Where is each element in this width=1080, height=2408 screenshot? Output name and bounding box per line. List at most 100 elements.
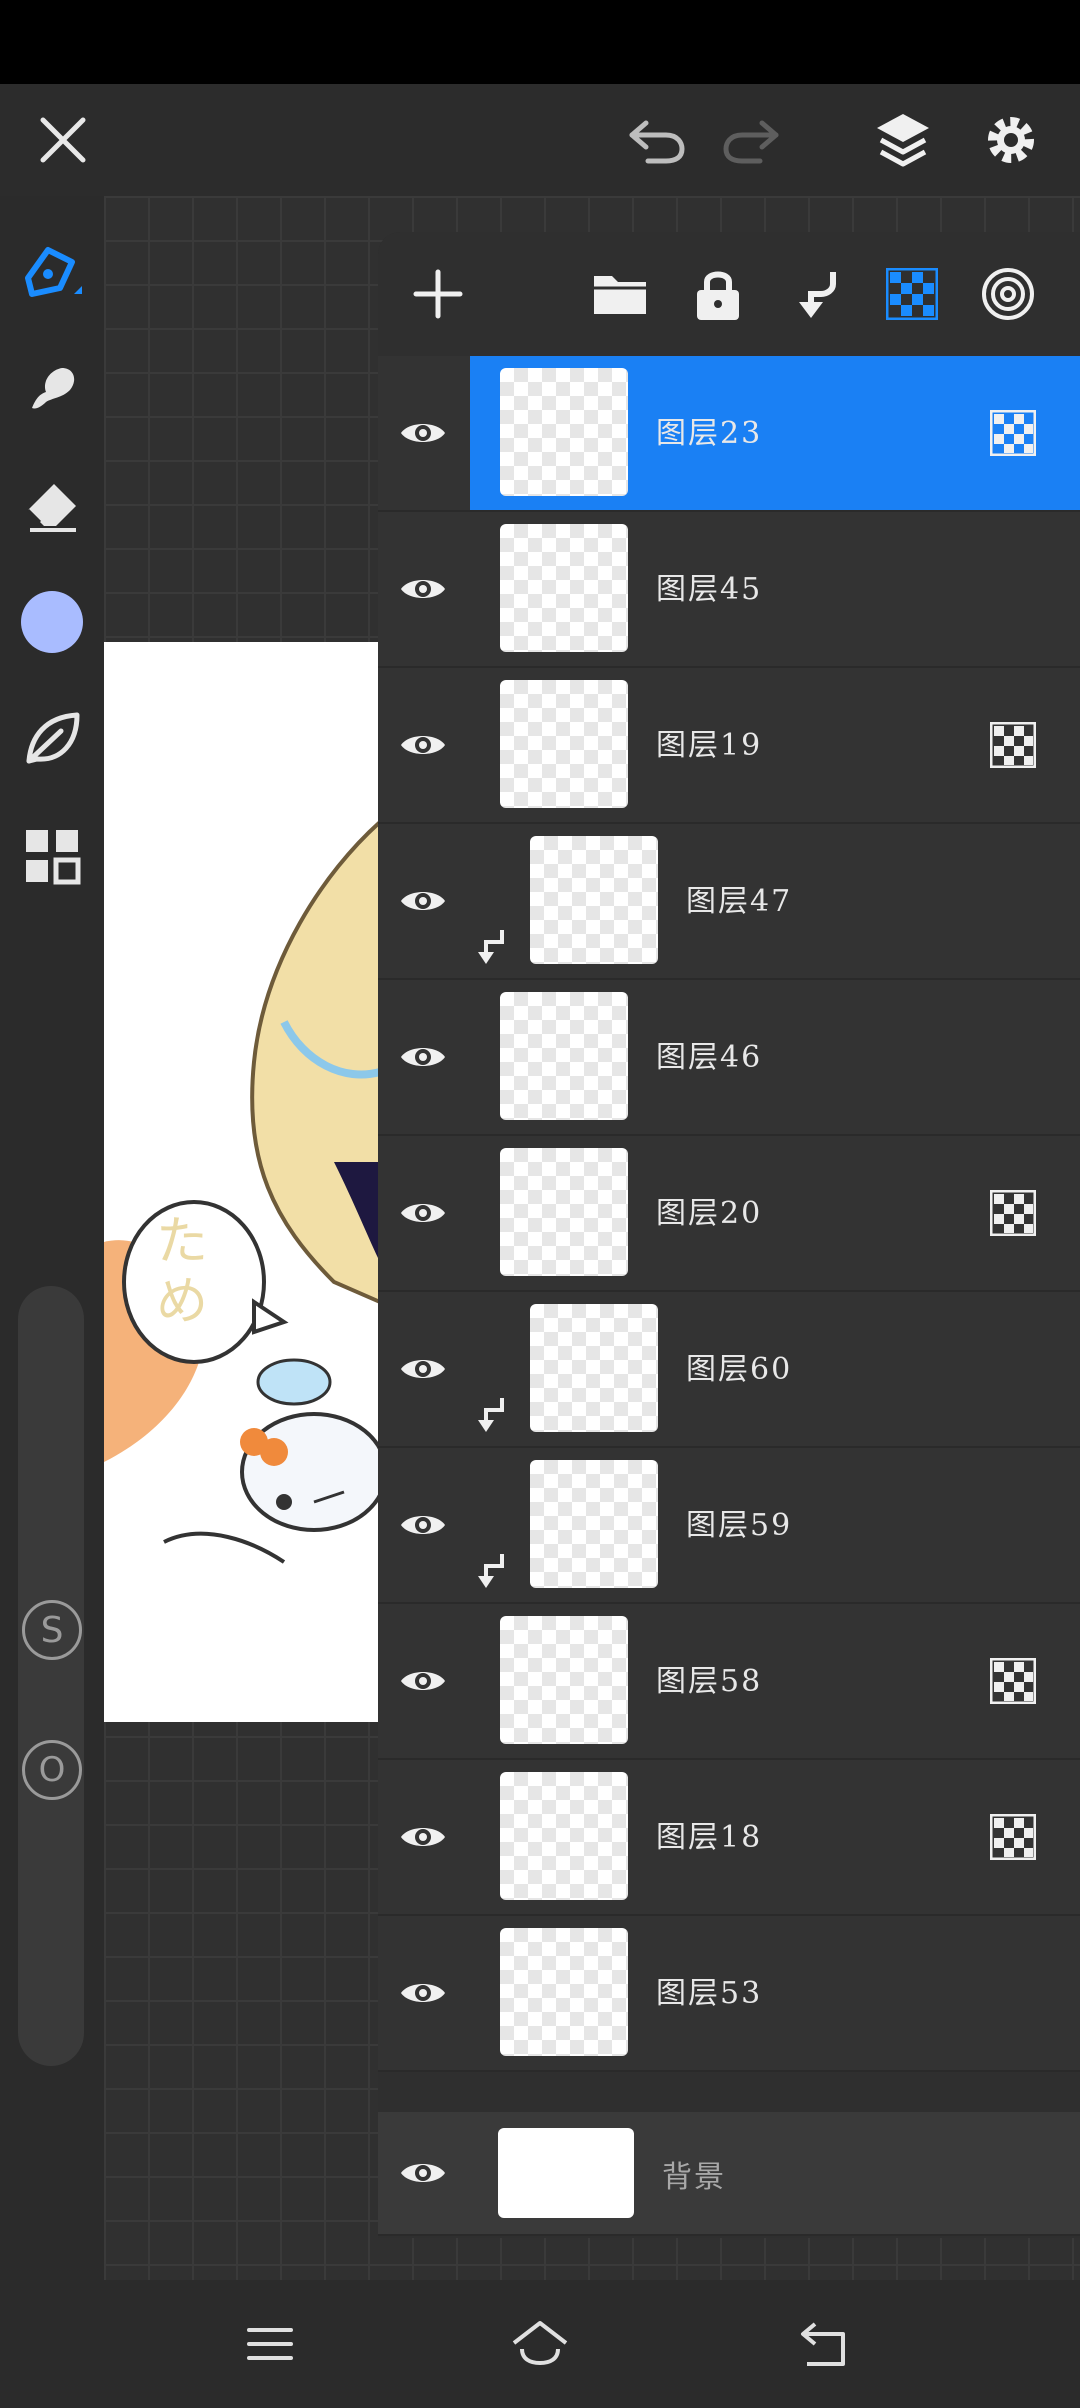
layer-name: 图层20 (656, 1196, 763, 1231)
visibility-toggle[interactable] (378, 1448, 468, 1602)
layer-row[interactable]: 图层59 (378, 1448, 1080, 1604)
visibility-toggle[interactable] (378, 824, 468, 978)
brush-slider-track[interactable] (18, 1286, 84, 2066)
layers-toolbar (378, 232, 1080, 356)
layer-main[interactable]: 图层20 (470, 1136, 1080, 1290)
opacity-label: O (22, 1740, 82, 1800)
visibility-toggle[interactable] (378, 1916, 468, 2070)
grid-icon (26, 830, 81, 885)
visibility-toggle[interactable] (378, 1760, 468, 1914)
layer-main[interactable]: 图层19 (470, 668, 1080, 822)
layer-thumbnail (500, 1772, 628, 1900)
eye-icon (401, 1672, 445, 1690)
blend-mode-icon (989, 721, 1037, 769)
layer-row[interactable]: 图层53 (378, 1916, 1080, 2072)
size-slider-button[interactable]: S (12, 1590, 92, 1670)
layer-row[interactable]: 图层46 (378, 980, 1080, 1136)
close-button[interactable] (18, 84, 108, 196)
background-layer-row[interactable]: 背景 (378, 2112, 1080, 2236)
undo-button[interactable] (612, 84, 702, 196)
layer-row[interactable]: 图层19 (378, 668, 1080, 824)
layer-row[interactable]: 图层45 (378, 512, 1080, 668)
visibility-toggle[interactable] (378, 980, 468, 1134)
lock-button[interactable] (676, 252, 760, 336)
layer-row[interactable]: 图层47 (378, 824, 1080, 980)
eraser-tool[interactable] (12, 466, 92, 546)
visibility-toggle[interactable] (378, 512, 468, 666)
clipping-indicator (474, 1396, 510, 1436)
reference-button[interactable] (966, 252, 1050, 336)
menu-button[interactable] (230, 2304, 310, 2384)
visibility-toggle[interactable] (378, 1136, 468, 1290)
home-button[interactable] (500, 2304, 580, 2384)
layer-blend-indicator[interactable] (989, 1813, 1037, 1861)
opacity-slider-button[interactable]: O (12, 1730, 92, 1810)
eye-icon (401, 1360, 445, 1378)
smudge-tool[interactable] (12, 348, 92, 428)
alpha-lock-button[interactable] (870, 252, 954, 336)
clip-arrow-icon (478, 1398, 504, 1432)
undo-icon (629, 120, 685, 164)
folder-button[interactable] (578, 252, 662, 336)
panels-tool[interactable] (12, 816, 92, 896)
speech-bubble-text: ため (156, 1212, 209, 1332)
layer-main[interactable]: 图层23 (470, 356, 1080, 510)
smudge-icon (32, 368, 75, 409)
leaf-tool[interactable] (12, 698, 92, 778)
layer-row[interactable]: 图层20 (378, 1136, 1080, 1292)
layer-main[interactable]: 图层60 (470, 1292, 1080, 1446)
color-picker[interactable] (12, 582, 92, 662)
layer-name: 图层59 (686, 1508, 793, 1543)
layer-main[interactable]: 图层58 (470, 1604, 1080, 1758)
layer-name: 图层46 (656, 1040, 763, 1075)
eye-icon (401, 580, 445, 598)
layer-blend-indicator[interactable] (989, 1189, 1037, 1237)
artboard[interactable]: ため (104, 642, 380, 1722)
layer-name: 图层23 (656, 416, 763, 451)
layer-row[interactable]: 图层23 (378, 356, 1080, 512)
clipping-indicator (474, 928, 510, 968)
layer-main[interactable]: 图层59 (470, 1448, 1080, 1602)
visibility-toggle[interactable] (378, 1292, 468, 1446)
top-toolbar (0, 84, 1080, 196)
layer-row[interactable]: 图层58 (378, 1604, 1080, 1760)
folder-icon (594, 276, 646, 314)
layer-main[interactable]: 图层47 (470, 824, 1080, 978)
eye-icon (401, 1204, 445, 1222)
target-icon (982, 268, 1034, 320)
layers-icon (877, 114, 929, 167)
layer-main[interactable]: 图层45 (470, 512, 1080, 666)
background-layer-name: 背景 (662, 2160, 726, 2195)
layers-panel: 图层23 图层45 图层19 图层47 图层46 图层20 图层60 图层59 图层58 图层18… (378, 232, 1080, 2238)
clipping-button[interactable] (774, 252, 858, 336)
eye-icon (401, 1516, 445, 1534)
layer-row[interactable]: 图层18 (378, 1760, 1080, 1916)
size-label: S (22, 1600, 82, 1660)
layer-name: 图层19 (656, 728, 763, 763)
layer-main[interactable]: 图层18 (470, 1760, 1080, 1914)
settings-button[interactable] (966, 84, 1056, 196)
layers-button[interactable] (858, 84, 948, 196)
left-toolbar: S O (0, 196, 104, 2280)
visibility-toggle[interactable] (378, 2112, 468, 2234)
layer-main[interactable]: 图层53 (470, 1916, 1080, 2070)
layer-blend-indicator[interactable] (989, 409, 1037, 457)
visibility-toggle[interactable] (378, 1604, 468, 1758)
leaf-icon (26, 712, 80, 764)
blend-mode-icon (989, 1813, 1037, 1861)
layer-blend-indicator[interactable] (989, 1657, 1037, 1705)
color-swatch (21, 591, 83, 653)
visibility-toggle[interactable] (378, 356, 468, 510)
layer-row[interactable]: 图层60 (378, 1292, 1080, 1448)
pen-tool[interactable] (12, 230, 92, 310)
layer-thumbnail (530, 1304, 658, 1432)
visibility-toggle[interactable] (378, 668, 468, 822)
layer-main[interactable]: 图层46 (470, 980, 1080, 1134)
redo-button[interactable] (706, 84, 796, 196)
back-button[interactable] (784, 2304, 864, 2384)
close-icon (40, 117, 86, 163)
eraser-icon (26, 484, 76, 532)
add-layer-button[interactable] (396, 252, 480, 336)
layer-blend-indicator[interactable] (989, 721, 1037, 769)
home-icon (512, 2321, 568, 2366)
